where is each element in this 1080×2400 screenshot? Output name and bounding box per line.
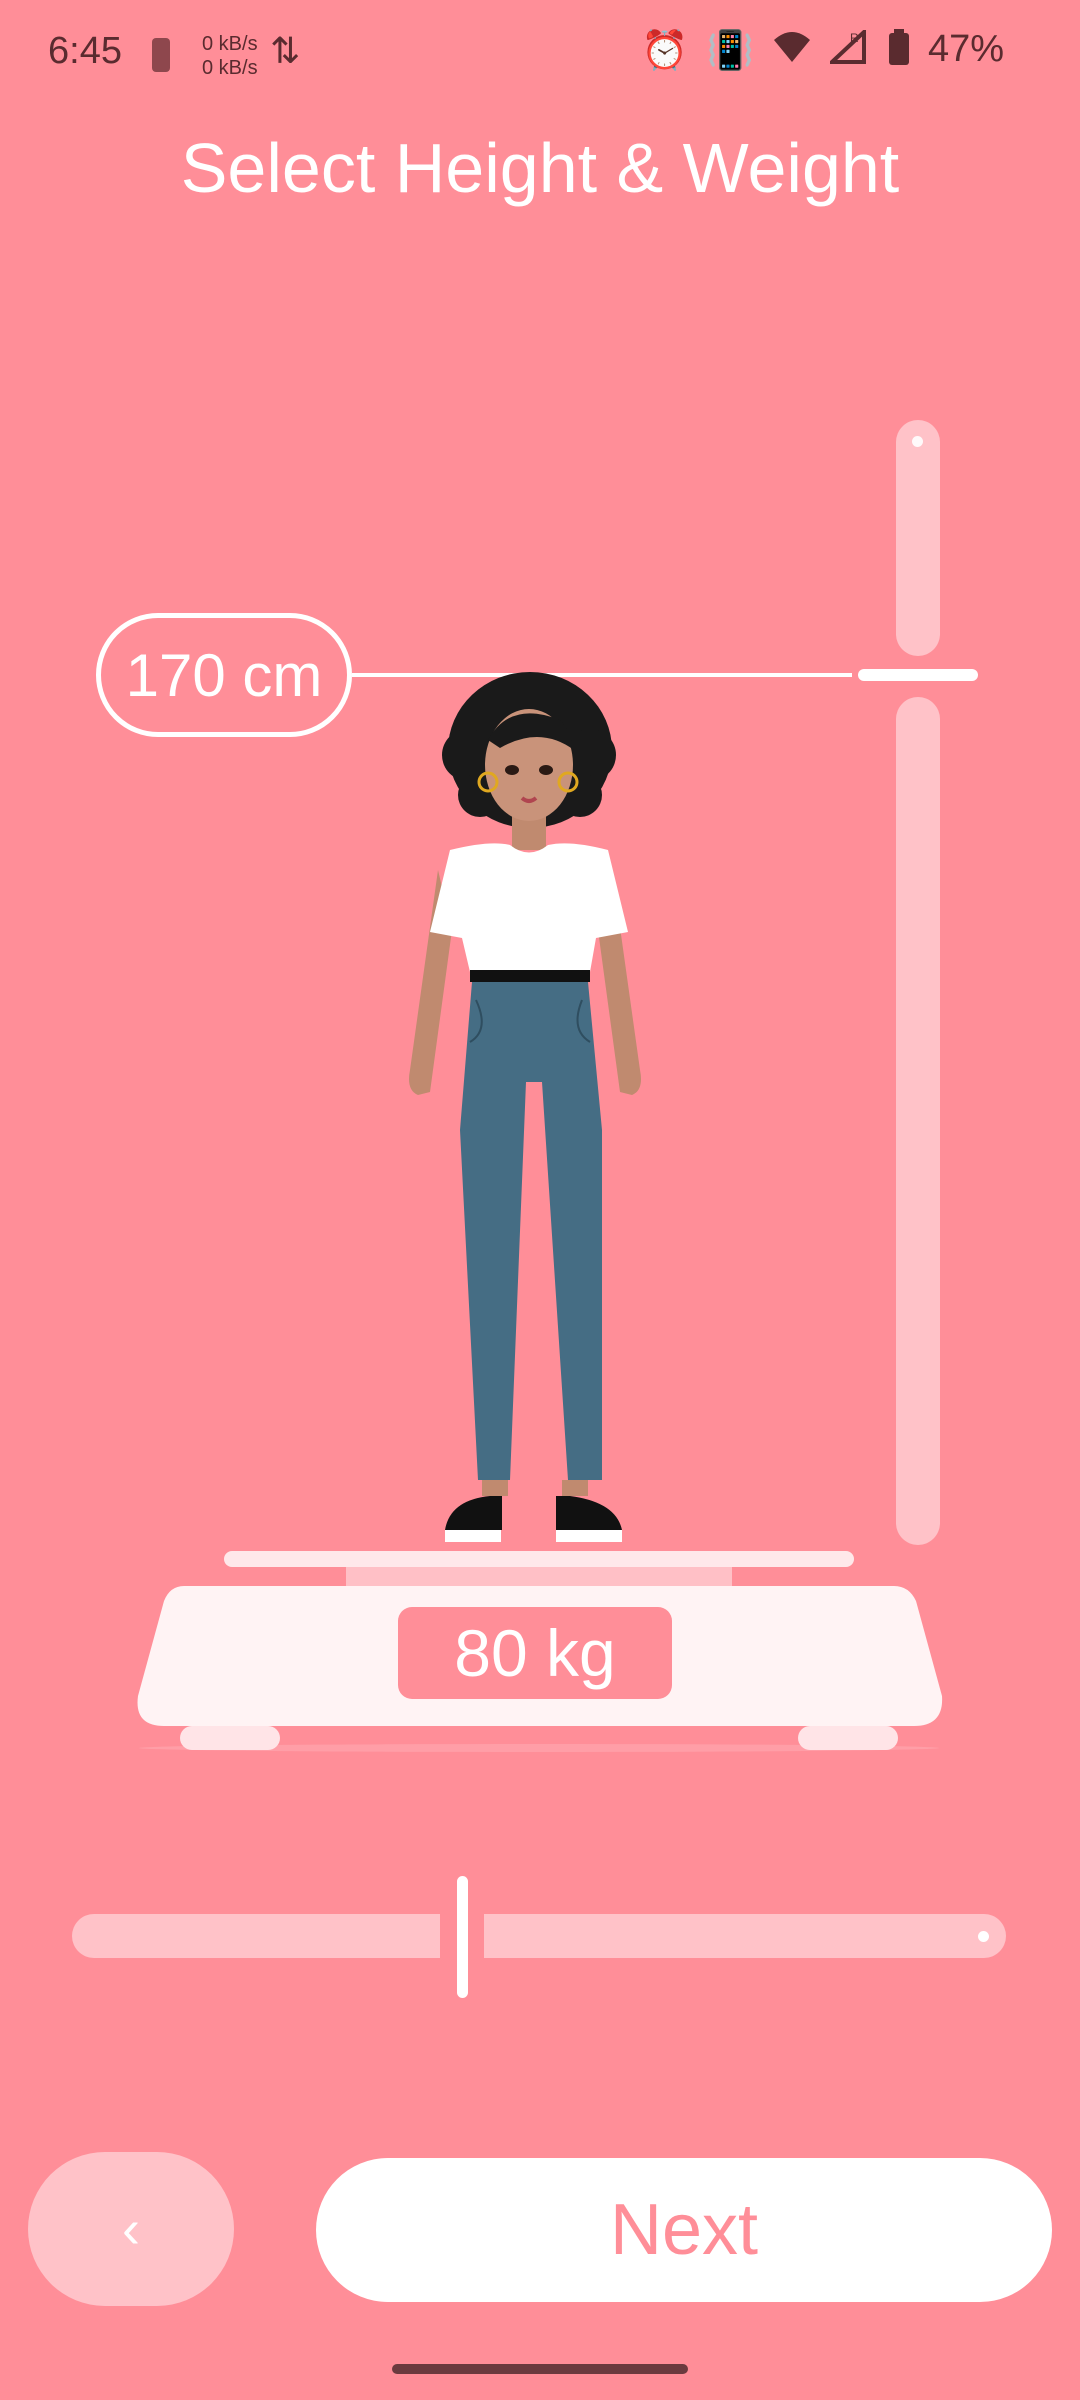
alarm-icon: ⏰: [641, 27, 689, 72]
status-time: 6:45: [48, 30, 122, 72]
weight-value-label: 80 kg: [398, 1607, 672, 1699]
battery-icon: [888, 28, 910, 71]
status-bar: 6:45 0 kB/s 0 kB/s ⇅ ⏰ 📳 R 47%: [0, 0, 1080, 115]
signal-roaming-icon: R: [826, 26, 870, 70]
battery-low-icon: [152, 38, 170, 72]
person-illustration: [390, 670, 660, 1550]
scale-platform: [224, 1551, 854, 1567]
weight-slider-thumb[interactable]: [457, 1876, 468, 1998]
wifi-icon: [772, 30, 812, 70]
height-ruler-track-bottom[interactable]: [896, 697, 940, 1545]
back-button[interactable]: ‹: [28, 2152, 234, 2306]
net-down-speed: 0 kB/s: [202, 57, 258, 79]
network-speed: 0 kB/s 0 kB/s: [202, 32, 258, 80]
height-ruler-end-dot: [912, 436, 923, 447]
page-title: Select Height & Weight: [180, 129, 900, 207]
vibrate-icon: 📳: [706, 27, 754, 72]
net-up-speed: 0 kB/s: [202, 33, 258, 55]
height-ruler-track-top[interactable]: [896, 420, 940, 656]
battery-percent: 47%: [927, 28, 1004, 70]
next-button[interactable]: Next: [316, 2158, 1052, 2302]
height-slider-thumb[interactable]: [858, 669, 978, 681]
status-icons: ⏰ 📳 R 47%: [641, 26, 1004, 72]
chevron-left-icon: ‹: [122, 2199, 140, 2259]
home-indicator[interactable]: [392, 2364, 688, 2374]
svg-text:R: R: [850, 31, 859, 45]
data-arrows-icon: ⇅: [270, 31, 301, 72]
height-value-label: 170 cm: [96, 613, 352, 737]
weight-slider-track-left[interactable]: [72, 1914, 440, 1958]
weight-slider-end-dot: [978, 1931, 989, 1942]
weight-slider-track-right[interactable]: [484, 1914, 1006, 1958]
